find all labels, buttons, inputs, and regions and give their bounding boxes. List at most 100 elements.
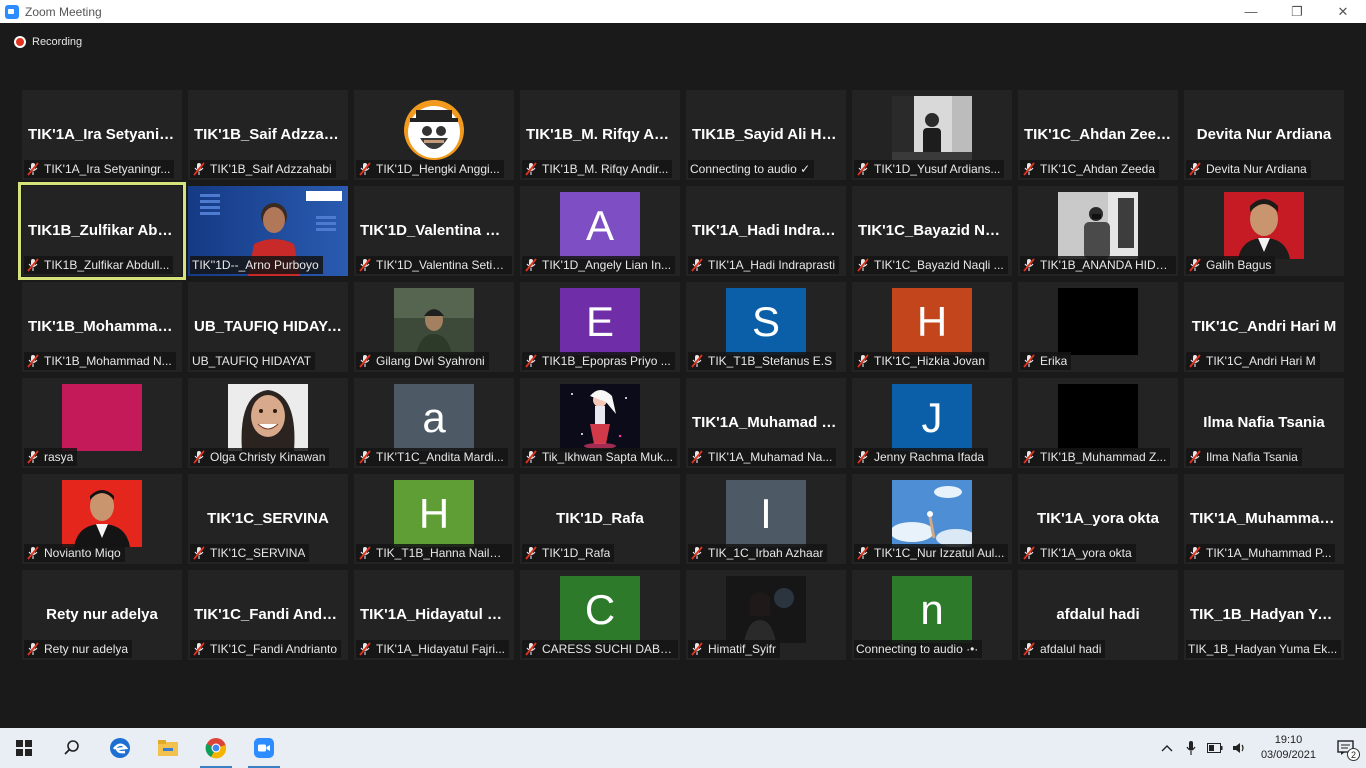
mic-muted-icon — [192, 450, 206, 464]
participant-tile[interactable]: TIK'1B_Saif Adzzah... TIK'1B_Saif Adzzaha… — [188, 90, 348, 180]
participant-tile[interactable]: TIK'1D_Hengki Anggi... — [354, 90, 514, 180]
microphone-icon[interactable] — [1179, 728, 1203, 768]
participant-avatar: E — [560, 288, 640, 355]
participant-name-text: TIK1B_Epopras Priyo ... — [542, 354, 671, 368]
participant-tile[interactable]: TIK'1B_ANANDA HIDA... — [1018, 186, 1178, 276]
participant-tile[interactable]: TIK'1A_Muhammad P... TIK'1A_Muhammad P... — [1184, 474, 1344, 564]
participant-name-label: TIK'1B_ANANDA HIDA... — [1020, 256, 1176, 274]
participant-tile[interactable]: TIK'1A_Hadi Indrapras... TIK'1A_Hadi Indr… — [686, 186, 846, 276]
taskbar-clock[interactable]: 19:10 03/09/2021 — [1251, 733, 1326, 763]
participant-tile[interactable]: A TIK'1D_Angely Lian In... — [520, 186, 680, 276]
participant-tile[interactable]: Tik_Ikhwan Sapta Muk... — [520, 378, 680, 468]
participant-tile[interactable]: TIK'1C_Bayazid Naqli TIK'1C_Bayazid Naqli… — [852, 186, 1012, 276]
participant-tile[interactable]: afdalul hadi afdalul hadi — [1018, 570, 1178, 660]
participant-tile[interactable]: TIK_1B_Hadyan Yuma... TIK_1B_Hadyan Yuma … — [1184, 570, 1344, 660]
participant-name-text: TIK'1B_ANANDA HIDA... — [1040, 258, 1172, 272]
recording-indicator[interactable]: Recording — [14, 36, 82, 48]
participant-tile[interactable]: rasya — [22, 378, 182, 468]
participant-name-text: Gilang Dwi Syahroni — [376, 354, 485, 368]
minimize-button[interactable]: — — [1228, 0, 1274, 23]
mic-muted-icon — [690, 450, 704, 464]
close-button[interactable]: ✕ — [1320, 0, 1366, 23]
participant-tile[interactable]: Rety nur adelya Rety nur adelya — [22, 570, 182, 660]
participant-tile[interactable]: TIK'1C_Fandi Andrian... TIK'1C_Fandi Andr… — [188, 570, 348, 660]
participant-tile[interactable]: TIK'1C_Ahdan Zeeda TIK'1C_Ahdan Zeeda — [1018, 90, 1178, 180]
participant-name-text: Galih Bagus — [1206, 258, 1272, 272]
participant-tile[interactable]: Erika — [1018, 282, 1178, 372]
participant-tile[interactable]: TIK'1B_Mohammad N... TIK'1B_Mohammad N... — [22, 282, 182, 372]
participant-tile[interactable]: H TIK_T1B_Hanna Naila ... — [354, 474, 514, 564]
participant-avatar: I — [726, 480, 806, 547]
participant-avatar: C — [560, 576, 640, 643]
mic-muted-icon — [524, 642, 538, 656]
edge-icon[interactable] — [96, 728, 144, 768]
participant-name-label: CARESS SUCHI DABRI... — [522, 640, 678, 658]
participant-tile[interactable]: TIK'1A_Muhamad Nas... TIK'1A_Muhamad Na..… — [686, 378, 846, 468]
chevron-up-icon[interactable] — [1155, 728, 1179, 768]
speaker-icon[interactable] — [1227, 728, 1251, 768]
participant-tile[interactable]: TIK'1A_Ira Setyaning... TIK'1A_Ira Setyan… — [22, 90, 182, 180]
participant-display-name: TIK'1A_Hidayatul Fajri... — [360, 606, 508, 623]
participant-tile[interactable]: TIK'1D_Yusuf Ardians... — [852, 90, 1012, 180]
participant-tile[interactable]: Gilang Dwi Syahroni — [354, 282, 514, 372]
restore-button[interactable]: ❐ — [1274, 0, 1320, 23]
participant-tile[interactable]: I TIK_1C_Irbah Azhaar — [686, 474, 846, 564]
participant-name-text: TIK'1C_Nur Izzatul Aul... — [874, 546, 1005, 560]
participant-display-name: TIK'1B_Mohammad N... — [28, 318, 176, 335]
participant-tile[interactable]: Olga Christy Kinawan — [188, 378, 348, 468]
participant-name-text: TIK_T1B_Stefanus E.S — [708, 354, 833, 368]
participant-tile[interactable]: S TIK_T1B_Stefanus E.S — [686, 282, 846, 372]
battery-icon[interactable] — [1203, 728, 1227, 768]
participant-tile[interactable]: TIK1B_Sayid Ali Hu... Connecting to audio… — [686, 90, 846, 180]
participant-photo — [228, 384, 308, 451]
participant-name-label: TIK'1C_Andri Hari M — [1186, 352, 1320, 370]
participant-tile[interactable]: E TIK1B_Epopras Priyo ... — [520, 282, 680, 372]
participant-tile[interactable]: TIK'1D_Valentina Set... TIK'1D_Valentina … — [354, 186, 514, 276]
participant-name-text: Erika — [1040, 354, 1068, 368]
participant-name-label: TIK'1A_Muhamad Na... — [688, 448, 837, 466]
participant-name-text: TIK'1A_Hadi Indraprasti — [708, 258, 836, 272]
participant-name-text: Devita Nur Ardiana — [1206, 162, 1307, 176]
participant-tile[interactable]: a TIK'T1C_Andita Mardi... — [354, 378, 514, 468]
participant-tile[interactable]: TIK1B_Zulfikar Abdu... TIK1B_Zulfikar Abd… — [18, 182, 186, 280]
participant-tile[interactable]: TIK'1C_Nur Izzatul Aul... — [852, 474, 1012, 564]
participant-tile[interactable]: Novianto Miqo — [22, 474, 182, 564]
participant-name-text: TIK'1D_Rafa — [542, 546, 611, 560]
notification-center-icon[interactable]: 2 — [1326, 728, 1366, 768]
start-icon[interactable] — [0, 728, 48, 768]
participant-name-label: TIK'1B_Mohammad N... — [24, 352, 176, 370]
participant-photo — [394, 288, 474, 355]
participant-tile[interactable]: TIK'1B_M. Rifqy And... TIK'1B_M. Rifqy An… — [520, 90, 680, 180]
participant-tile[interactable]: TIK''1D--_Arno Purboyo — [188, 186, 348, 276]
participant-name-label: TIK'1D_Yusuf Ardians... — [854, 160, 1005, 178]
participant-tile[interactable]: Devita Nur Ardiana Devita Nur Ardiana — [1184, 90, 1344, 180]
participant-tile[interactable]: Ilma Nafia Tsania Ilma Nafia Tsania — [1184, 378, 1344, 468]
chrome-icon[interactable] — [192, 728, 240, 768]
participant-tile[interactable]: H TIK'1C_Hizkia Jovan — [852, 282, 1012, 372]
mic-muted-icon — [1188, 546, 1202, 560]
participant-tile[interactable]: C CARESS SUCHI DABRI... — [520, 570, 680, 660]
participant-name-text: Jenny Rachma Ifada — [874, 450, 985, 464]
participant-tile[interactable]: TIK'1A_Hidayatul Fajri... TIK'1A_Hidayatu… — [354, 570, 514, 660]
zoom-icon[interactable] — [240, 728, 288, 768]
participant-name-text: TIK'1A_Muhamad Na... — [708, 450, 833, 464]
participant-tile[interactable]: Galih Bagus — [1184, 186, 1344, 276]
search-icon[interactable] — [48, 728, 96, 768]
participant-name-label: TIK'1C_Fandi Andrianto — [190, 640, 342, 658]
participant-tile[interactable]: TIK'1D_Rafa TIK'1D_Rafa — [520, 474, 680, 564]
participant-tile[interactable]: J Jenny Rachma Ifada — [852, 378, 1012, 468]
participant-tile[interactable]: TIK'1C_Andri Hari M TIK'1C_Andri Hari M — [1184, 282, 1344, 372]
participant-tile[interactable]: n Connecting to audio ·•· — [852, 570, 1012, 660]
participant-name-label: TIK'1A_Hidayatul Fajri... — [356, 640, 510, 658]
file-explorer-icon[interactable] — [144, 728, 192, 768]
participant-photo — [62, 384, 142, 451]
participant-display-name: TIK'1A_Muhamad Nas... — [692, 414, 840, 431]
participant-tile[interactable]: UB_TAUFIQ HIDAYAT UB_TAUFIQ HIDAYAT — [188, 282, 348, 372]
participant-tile[interactable]: TIK'1B_Muhammad Z... — [1018, 378, 1178, 468]
participant-tile[interactable]: TIK'1A_yora okta TIK'1A_yora okta — [1018, 474, 1178, 564]
participant-tile[interactable]: TIK'1C_SERVINA TIK'1C_SERVINA — [188, 474, 348, 564]
participant-name-text: TIK'1C_Fandi Andrianto — [210, 642, 338, 656]
participant-display-name: afdalul hadi — [1056, 606, 1140, 623]
participant-tile[interactable]: Himatif_Syifr — [686, 570, 846, 660]
participant-name-text: TIK'1A_Muhammad P... — [1206, 546, 1332, 560]
